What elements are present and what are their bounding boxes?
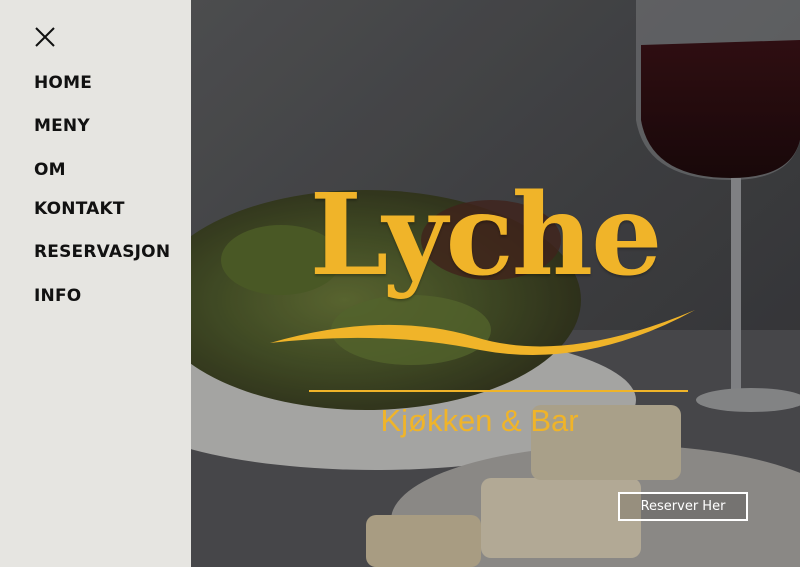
- close-menu-button[interactable]: [33, 25, 57, 49]
- nav-item-home[interactable]: HOME: [34, 73, 92, 93]
- nav-item-om[interactable]: OM: [34, 160, 66, 180]
- logo-divider: [309, 390, 688, 392]
- sidebar-menu: HOME MENY OM KONTAKT RESERVASJON INFO: [0, 0, 191, 567]
- tagline: Kjøkken & Bar: [380, 403, 579, 438]
- brand-logo: Lyche: [265, 165, 705, 360]
- nav-item-kontakt[interactable]: KONTAKT: [34, 199, 125, 219]
- close-icon: [35, 27, 55, 47]
- nav-item-info[interactable]: INFO: [34, 286, 81, 306]
- logo-swoosh: [270, 310, 695, 355]
- nav-item-meny[interactable]: MENY: [34, 116, 90, 136]
- reserve-button[interactable]: Reserver Her: [618, 492, 748, 521]
- nav-item-reservasjon[interactable]: RESERVASJON: [34, 242, 170, 262]
